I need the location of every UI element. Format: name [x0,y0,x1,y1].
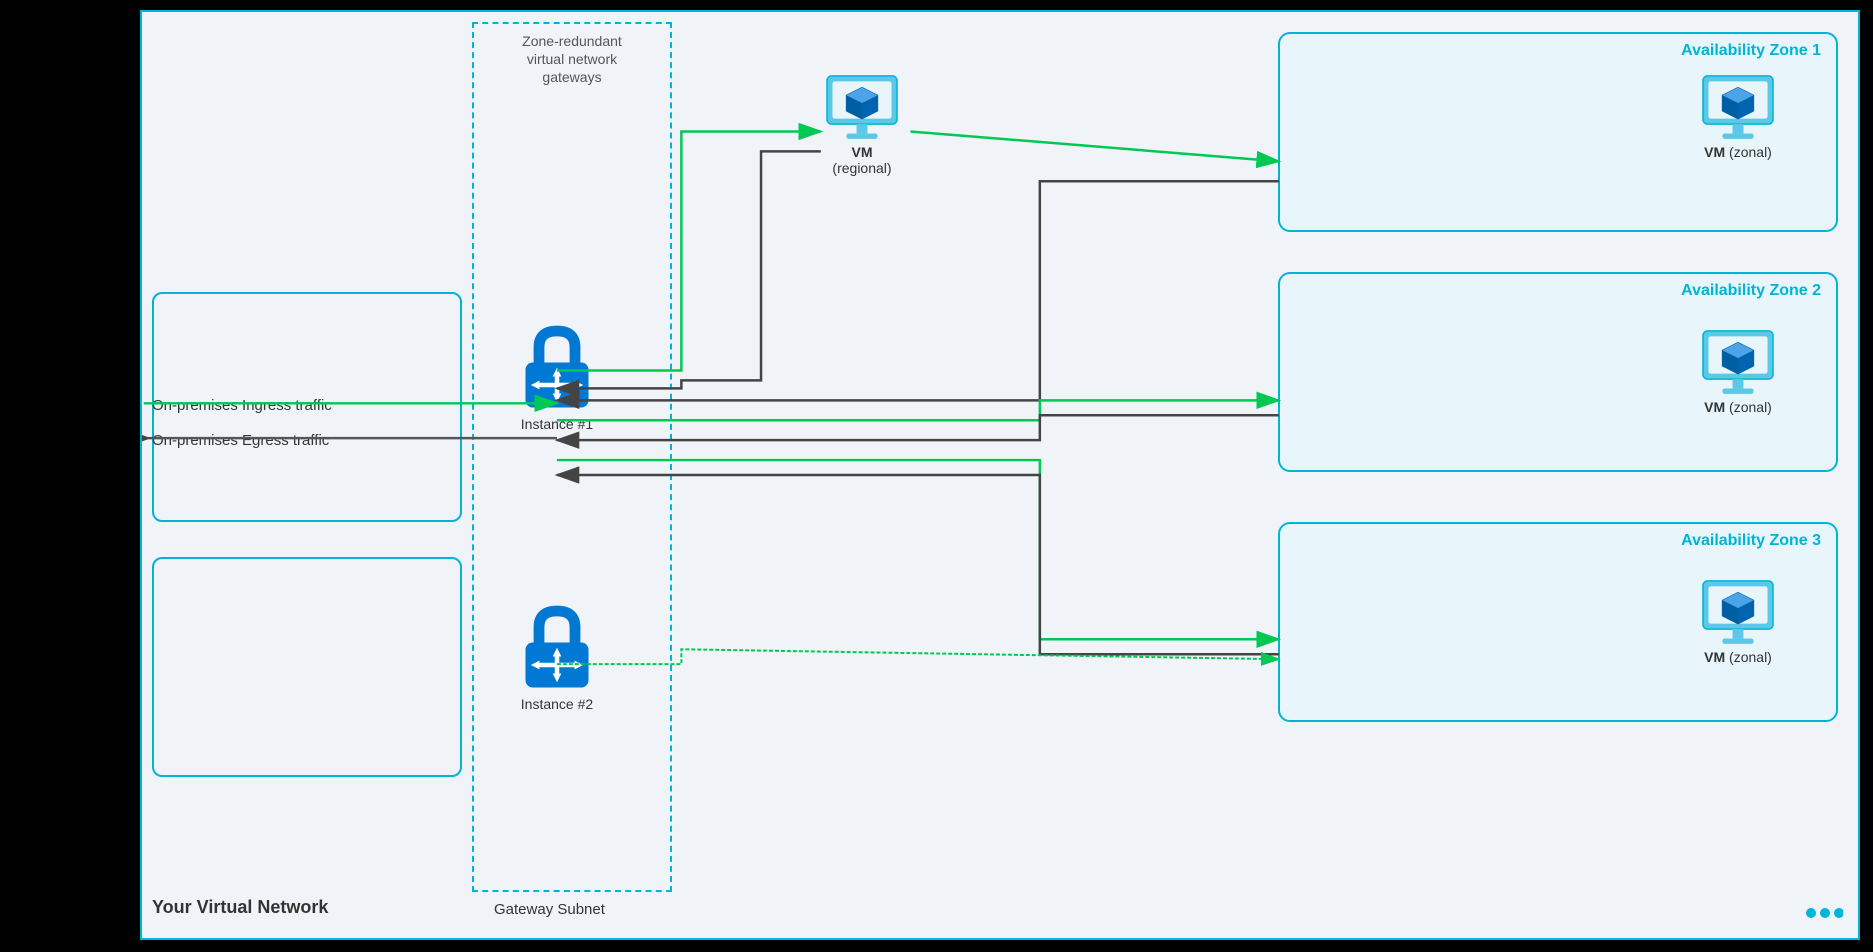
vm-zone3-label: VM (zonal) [1704,649,1772,665]
az2-title: Availability Zone 2 [1681,282,1821,300]
vm-regional: VM(regional) [822,72,902,176]
vm-zone2: VM (zonal) [1698,327,1778,415]
on-prem-egress-label: On-premises Egress traffic [152,432,329,449]
main-diagram-container: Gateway Subnet Zone-redundantvirtual net… [140,10,1860,940]
instance1-label: Instance #1 [521,416,593,432]
vnet-label: Your Virtual Network [152,897,328,918]
az1-title: Availability Zone 1 [1681,42,1821,60]
lock-instance-2: Instance #2 [512,602,602,712]
vm-zone1-label: VM (zonal) [1704,144,1772,160]
az3-bottom-left-box [152,557,462,777]
nav-dots[interactable] [1803,903,1843,923]
gateway-subnet-box: Gateway Subnet [472,22,672,892]
instance2-label: Instance #2 [521,696,593,712]
vm-zone2-label: VM (zonal) [1704,399,1772,415]
az3-title: Availability Zone 3 [1681,532,1821,550]
vm-zone3: VM (zonal) [1698,577,1778,665]
lock-instance-1: Instance #1 [512,322,602,432]
zone-redundant-label: Zone-redundantvirtual networkgateways [477,32,667,87]
gateway-subnet-label: Gateway Subnet [494,901,605,918]
on-prem-ingress-label: On-premises Ingress traffic [152,397,332,414]
vm-zone1: VM (zonal) [1698,72,1778,160]
vm-regional-label: VM(regional) [832,144,891,176]
